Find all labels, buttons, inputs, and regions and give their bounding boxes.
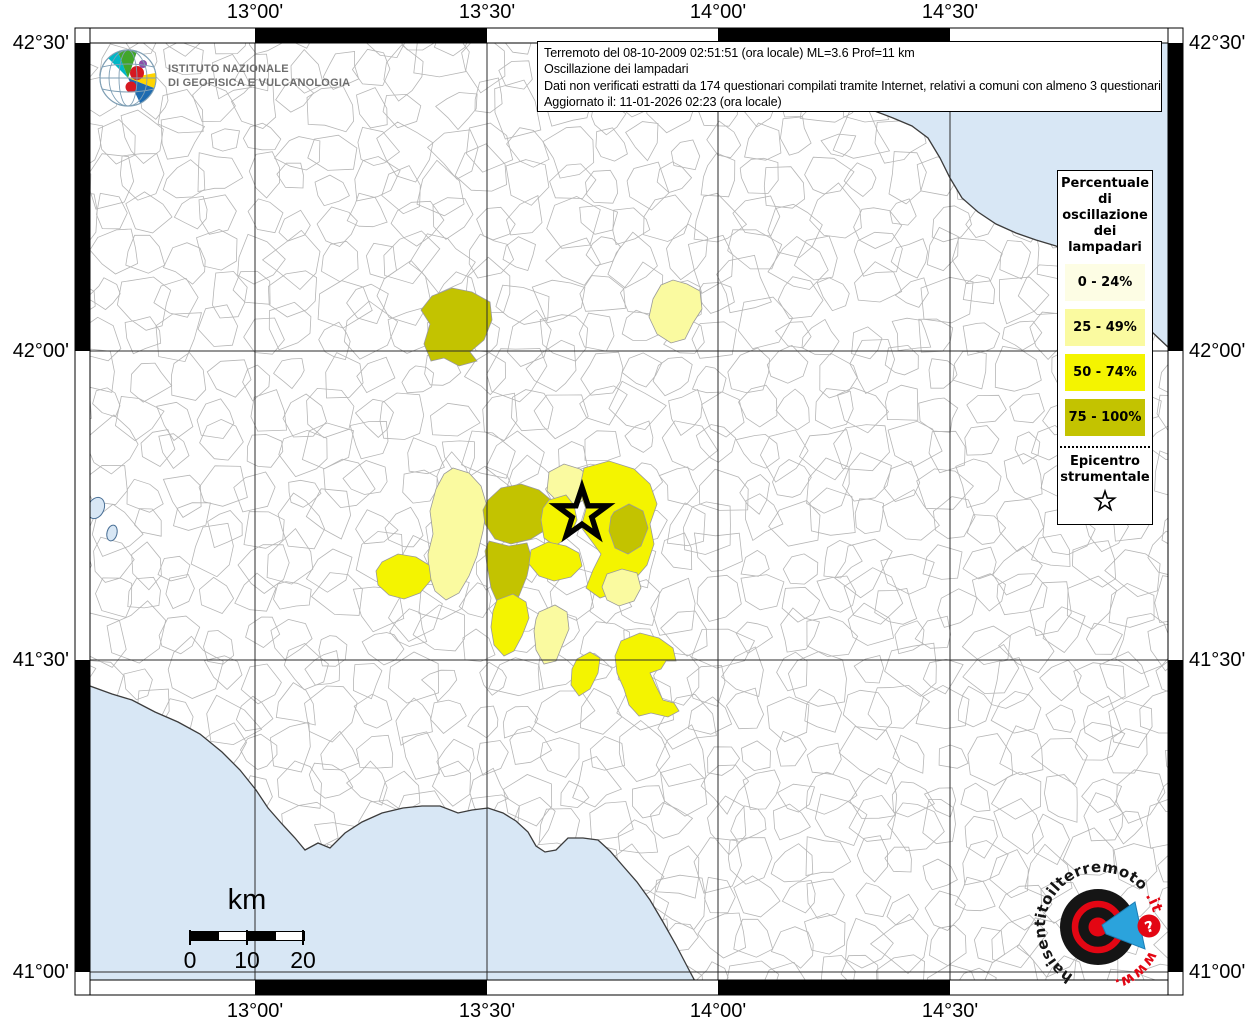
scalebar-tick bbox=[246, 930, 248, 945]
event-question: Oscillazione dei lampadari bbox=[544, 62, 689, 77]
lon-label-bottom-2: 14°00' bbox=[689, 1000, 747, 1022]
epicenter-star-icon bbox=[1093, 488, 1117, 512]
lon-label-bottom-0: 13°00' bbox=[226, 1000, 284, 1022]
legend-epicenter-label: Epicentro strumentale bbox=[1060, 454, 1150, 485]
lat-label-left-1: 42°00' bbox=[12, 340, 69, 362]
scalebar-seg bbox=[219, 932, 248, 940]
legend-swatch-1: 25 - 49% bbox=[1065, 309, 1145, 346]
watermark-suffix: .it bbox=[1142, 888, 1167, 914]
lon-label-top-1: 13°30' bbox=[458, 1, 516, 23]
lat-label-right-2: 41°30' bbox=[1189, 649, 1246, 671]
event-summary: Terremoto del 08-10-2009 02:51:51 (ora l… bbox=[544, 46, 915, 60]
scalebar-seg bbox=[275, 932, 304, 940]
event-info-box: Terremoto del 08-10-2009 02:51:51 (ora l… bbox=[537, 41, 1162, 112]
legend-swatch-0: 0 - 24% bbox=[1065, 264, 1145, 301]
event-data-note: Dati non verificati estratti da 174 ques… bbox=[544, 78, 1162, 93]
lat-label-right-0: 42°30' bbox=[1189, 32, 1246, 54]
legend-swatch-3: 75 - 100% bbox=[1065, 399, 1145, 436]
lat-label-left-0: 42°30' bbox=[12, 32, 69, 54]
scalebar-tick bbox=[302, 930, 304, 945]
ingv-logo-icon bbox=[99, 49, 157, 107]
scalebar-tick bbox=[189, 930, 191, 945]
haisentito-logo: ? haisentitoilterremoto .it www. bbox=[1031, 858, 1167, 994]
scalebar-num-1: 10 bbox=[234, 947, 260, 973]
lon-label-top-2: 14°00' bbox=[689, 1, 747, 23]
ingv-line2: DI GEOFISICA E VULCANOLOGIA bbox=[168, 76, 351, 89]
legend-swatch-2: 50 - 74% bbox=[1065, 354, 1145, 391]
lon-label-bottom-3: 14°30' bbox=[921, 1000, 979, 1022]
lon-label-top-3: 14°30' bbox=[921, 1, 979, 23]
scalebar-seg bbox=[191, 932, 220, 940]
lat-label-left-2: 41°30' bbox=[12, 649, 69, 671]
ingv-wordmark: ISTITUTO NAZIONALE DI GEOFISICA E VULCAN… bbox=[168, 63, 350, 90]
lat-label-left-3: 41°00' bbox=[12, 961, 69, 983]
scalebar-num-0: 0 bbox=[183, 947, 197, 973]
scalebar-num-2: 20 bbox=[290, 947, 316, 973]
lon-label-bottom-1: 13°30' bbox=[458, 1000, 516, 1022]
event-updated-at: Aggiornato il: 11-01-2026 02:23 (ora loc… bbox=[544, 94, 782, 109]
lon-label-top-0: 13°00' bbox=[226, 1, 284, 23]
shakemap-page: 13°00' 13°30' 14°00' 14°30' 13°00' 13°30… bbox=[0, 0, 1257, 1024]
lat-label-right-1: 42°00' bbox=[1189, 340, 1246, 362]
legend-divider bbox=[1060, 446, 1150, 448]
legend-box: Percentuale di oscillazione dei lampadar… bbox=[1057, 170, 1153, 525]
lat-label-right-3: 41°00' bbox=[1189, 961, 1246, 983]
ingv-line1: ISTITUTO NAZIONALE bbox=[168, 63, 289, 75]
scalebar-seg bbox=[247, 932, 276, 940]
scalebar-unit: km bbox=[227, 884, 267, 916]
legend-title: Percentuale di oscillazione dei lampadar… bbox=[1060, 176, 1150, 255]
